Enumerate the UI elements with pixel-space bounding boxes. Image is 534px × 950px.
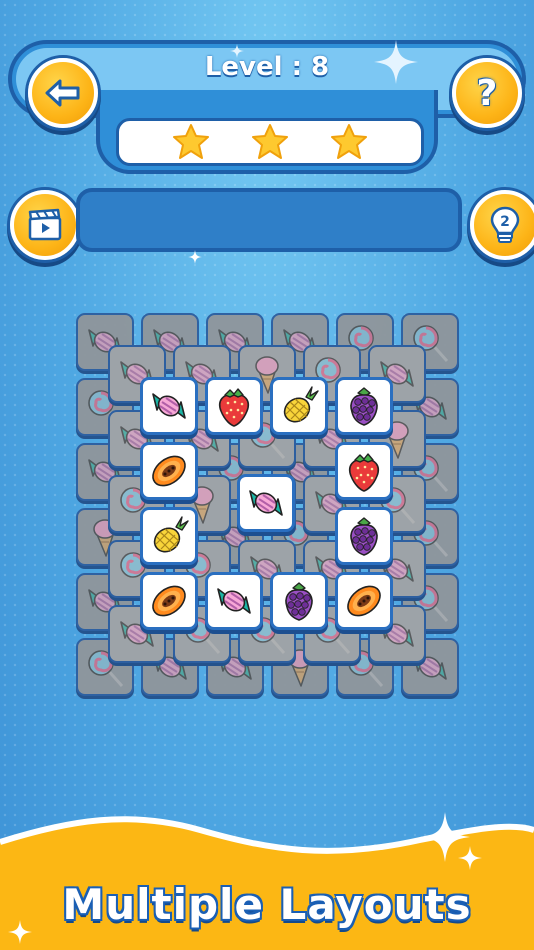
sparkle-icon bbox=[188, 250, 202, 264]
sparkle-icon bbox=[374, 40, 418, 84]
tile-candy[interactable] bbox=[205, 572, 263, 630]
tile-blackberry[interactable] bbox=[335, 377, 393, 435]
game-board bbox=[0, 0, 534, 800]
tile-blackberry[interactable] bbox=[270, 572, 328, 630]
strawberry-icon bbox=[218, 388, 250, 427]
sparkle-icon bbox=[458, 846, 482, 870]
tile-strawberry[interactable] bbox=[335, 442, 393, 500]
candy-icon bbox=[249, 490, 283, 516]
pineapple-icon bbox=[153, 516, 189, 553]
tile-strawberry[interactable] bbox=[205, 377, 263, 435]
papaya-icon bbox=[152, 455, 186, 487]
footer-caption: Multiple Layouts bbox=[62, 880, 472, 929]
tile-papaya[interactable] bbox=[335, 572, 393, 630]
pineapple-icon bbox=[283, 386, 319, 423]
tile-pineapple[interactable] bbox=[270, 377, 328, 435]
tile-pineapple[interactable] bbox=[140, 507, 198, 565]
tile-blackberry[interactable] bbox=[335, 507, 393, 565]
candy-icon bbox=[152, 393, 186, 419]
blackberry-icon bbox=[285, 582, 313, 621]
papaya-icon bbox=[152, 585, 186, 617]
candy-icon bbox=[217, 588, 251, 614]
sparkle-icon bbox=[8, 920, 32, 944]
tile-papaya[interactable] bbox=[140, 442, 198, 500]
sparkle-icon bbox=[230, 44, 244, 58]
papaya-icon bbox=[347, 585, 381, 617]
blackberry-icon bbox=[350, 517, 378, 556]
tile-candy[interactable] bbox=[140, 377, 198, 435]
blackberry-icon bbox=[350, 387, 378, 426]
tile-papaya[interactable] bbox=[140, 572, 198, 630]
tile-candy[interactable] bbox=[237, 474, 295, 532]
strawberry-icon bbox=[348, 453, 380, 492]
